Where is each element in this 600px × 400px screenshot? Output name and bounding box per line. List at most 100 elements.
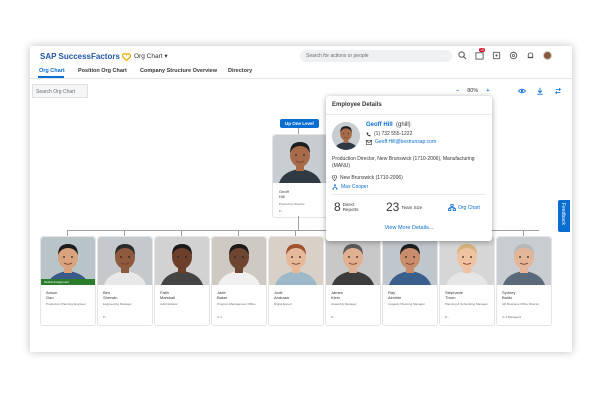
employee-card[interactable]: Global Assignment Anson Gao Production Plan… [40, 236, 96, 326]
heart-logo-icon [121, 52, 131, 61]
user-avatar[interactable] [543, 51, 552, 60]
employee-username: (ghill) [396, 122, 411, 128]
location-pin-icon [332, 175, 337, 181]
employee-report-count[interactable]: ⊙ 4 Managers [502, 315, 521, 319]
org-chart-icon [448, 204, 456, 211]
employee-name-link[interactable]: Geoff Hill [366, 122, 393, 128]
zoom-in-button[interactable]: + [486, 88, 489, 94]
hierarchy-icon [332, 184, 338, 190]
position-description: Production Director, New Brunswick (1710… [332, 156, 475, 169]
employee-last-name: Marshall [160, 295, 176, 300]
manager-row[interactable]: Max Cooper [332, 184, 368, 190]
employee-report-count[interactable]: ⊙ 1 [217, 315, 222, 319]
employee-report-count[interactable]: 8 › [331, 315, 335, 319]
direct-reports-stat[interactable]: 8 Direct Reports [334, 200, 358, 214]
tab-position-org-chart[interactable]: Position Org Chart [78, 68, 127, 74]
manager-report-count[interactable]: 8 › [279, 209, 283, 213]
employee-report-count[interactable]: 8 › [103, 315, 107, 319]
search-org-chart-input[interactable]: Search Org Chart [32, 84, 88, 98]
employee-title: HR Business Office Director [502, 302, 540, 306]
employee-card[interactable]: Jade Baker Program Management Office ⊙ 1 [211, 236, 267, 326]
shell-header: SAP SuccessFactors Org Chart ▾ Search fo… [30, 46, 572, 66]
phone-row: (1) 732 555-1222 [366, 131, 412, 137]
logo-text: SAP SuccessFactors [40, 52, 120, 61]
tab-company-structure-overview[interactable]: Company Structure Overview [140, 68, 217, 74]
email-address[interactable]: Geoff.Hill@bestrunsap.com [375, 139, 436, 145]
employee-last-name: Klein [331, 295, 340, 300]
employee-details-popover: Employee Details Geoff Hill (ghill) (1) … [326, 96, 492, 241]
person-photo-illustration [440, 237, 494, 285]
module-menu[interactable]: Org Chart ▾ [134, 52, 168, 60]
employee-photo [98, 237, 152, 285]
manager-title: Production Director [279, 202, 305, 206]
feedback-tab[interactable]: Feedback [558, 200, 570, 232]
zoom-out-button[interactable]: − [456, 88, 459, 94]
employee-name: James Klein [331, 290, 377, 300]
org-chart-link[interactable]: Org Chart [448, 204, 480, 211]
help-icon[interactable] [509, 51, 518, 60]
employee-photo [155, 237, 209, 285]
employee-name: Jade Baker [217, 290, 263, 300]
employee-photo [497, 237, 551, 285]
tab-org-chart[interactable]: Org Chart [39, 68, 65, 74]
employee-title: Assembly Manager [331, 302, 357, 306]
up-one-level-button[interactable]: Up One Level [280, 119, 319, 128]
search-icon[interactable] [458, 51, 467, 60]
tab-bar: Org Chart Position Org Chart Company Str… [30, 66, 572, 79]
email-row[interactable]: Geoff.Hill@bestrunsap.com [366, 139, 436, 145]
employee-photo [269, 237, 323, 285]
person-photo-illustration [155, 237, 209, 285]
notifications-button[interactable]: 18 [475, 48, 485, 60]
manager-last-name: Hill [279, 194, 285, 199]
global-search-input[interactable]: Search for actions or people [300, 50, 452, 62]
zoom-controls: − 80% + [456, 88, 489, 94]
manager-card[interactable]: Geoff Hill Production Director 8 › [272, 134, 328, 218]
employee-title: Planning & Scheduling Manager [445, 302, 488, 306]
eye-icon[interactable] [518, 87, 526, 95]
chart-tools [518, 87, 562, 95]
employee-title: Program Management Office [217, 302, 256, 306]
org-chart-link-text[interactable]: Org Chart [458, 205, 480, 211]
team-size-stat[interactable]: 23 Team Size [386, 200, 422, 214]
employee-title: Production Planning Engineer [46, 302, 86, 306]
employee-card[interactable]: Ben Sherwin Engineering Manager 8 › [97, 236, 153, 326]
employee-title: Engineering Manager [103, 302, 132, 306]
employee-card[interactable]: Sydney Baldo HR Business Office Director ⊙ … [496, 236, 552, 326]
swap-orientation-icon[interactable] [554, 87, 562, 95]
direct-reports-label: Direct Reports [343, 202, 359, 212]
tab-directory[interactable]: Directory [228, 68, 252, 74]
employee-card[interactable]: Faith Marshall Administrator [154, 236, 210, 326]
person-photo-illustration [212, 237, 266, 285]
employee-name: Faith Marshall [160, 290, 206, 300]
employee-last-name: Baker [217, 295, 228, 300]
divider [326, 114, 492, 115]
employee-photo [326, 237, 380, 285]
view-more-details-link[interactable]: View More Details... [326, 225, 492, 231]
download-icon[interactable] [536, 87, 544, 95]
employee-card[interactable]: James Klein Assembly Manager 8 › [325, 236, 381, 326]
bell-icon[interactable] [526, 51, 535, 60]
employee-name: Stephanie Thorn [445, 290, 491, 300]
manager-link[interactable]: Max Cooper [341, 184, 368, 190]
app-window: SAP SuccessFactors Org Chart ▾ Search fo… [30, 46, 572, 352]
employee-report-count[interactable]: 8 › [445, 315, 449, 319]
employee-last-name: Thorn [445, 295, 456, 300]
employee-name: Judit Andrasa [274, 290, 320, 300]
share-icon[interactable] [492, 51, 501, 60]
employee-name: Ben Sherwin [103, 290, 149, 300]
employee-photo [383, 237, 437, 285]
header-icons: 18 [458, 48, 552, 60]
employee-last-name: Andrasa [274, 295, 289, 300]
employee-card[interactable]: Judit Andrasa Digital Expert [268, 236, 324, 326]
employee-name: Sydney Baldo [502, 290, 548, 300]
email-icon [366, 139, 372, 145]
employee-card[interactable]: Ray Almhite Capacity Planning Manager [382, 236, 438, 326]
sap-logo[interactable]: SAP SuccessFactors [40, 52, 131, 61]
zoom-level: 80% [467, 88, 479, 94]
employee-card[interactable]: Stephanie Thorn Planning & Scheduling Mana… [439, 236, 495, 326]
person-photo-illustration [383, 237, 437, 285]
location-text: New Brunswick (1710-2006) [340, 175, 403, 181]
direct-reports-label-line2: Reports [342, 207, 359, 212]
phone-icon [366, 132, 371, 136]
connector-line [298, 216, 299, 230]
